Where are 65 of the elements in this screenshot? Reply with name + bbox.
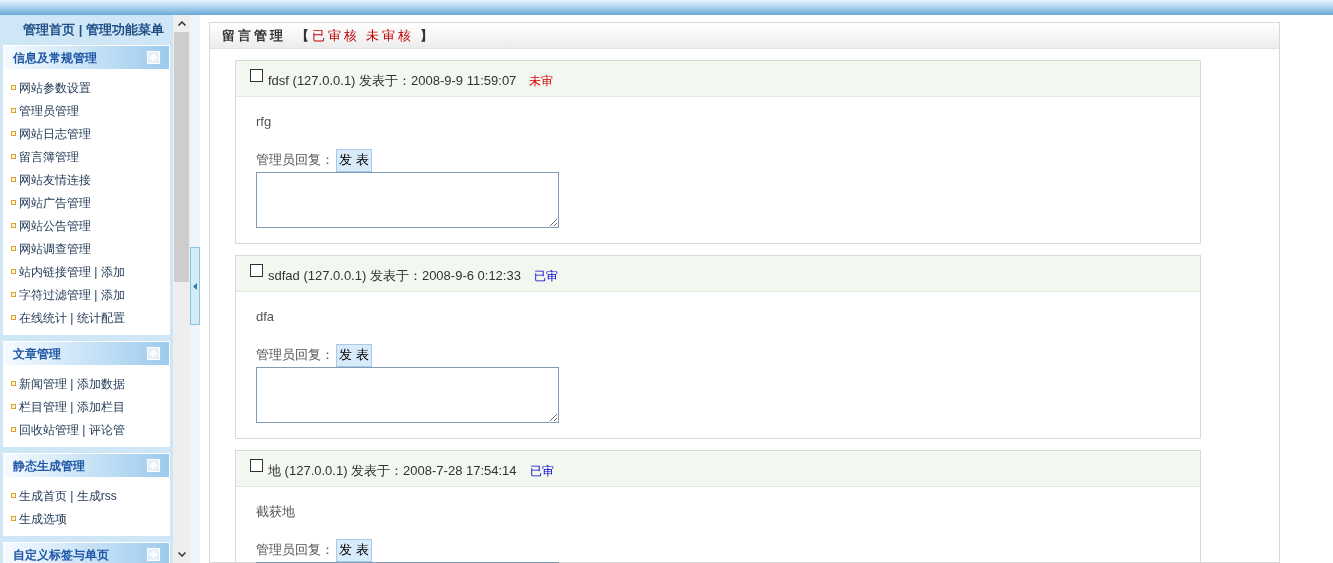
menu-link[interactable]: 网站友情连接 bbox=[19, 170, 91, 189]
menu-link[interactable]: 网站日志管理 bbox=[19, 124, 91, 143]
scroll-thumb[interactable] bbox=[174, 32, 189, 282]
message-body: rfg bbox=[256, 113, 273, 131]
collapse-handle[interactable] bbox=[190, 247, 200, 325]
publish-button[interactable]: 发 表 bbox=[336, 343, 372, 367]
scrollbar[interactable] bbox=[173, 15, 190, 563]
status-link[interactable]: 已审 bbox=[529, 462, 554, 480]
status-link[interactable]: 已审 bbox=[533, 267, 558, 285]
menu-link[interactable]: 站内链接管理 | 添加 bbox=[19, 262, 125, 281]
bullet-icon bbox=[11, 404, 16, 409]
menu-link[interactable]: 管理员管理 bbox=[19, 101, 79, 120]
select-checkbox[interactable] bbox=[250, 459, 263, 472]
reply-input[interactable] bbox=[256, 172, 559, 228]
menu-link[interactable]: 在线统计 | 统计配置 bbox=[19, 308, 125, 327]
bullet-icon bbox=[11, 108, 16, 113]
bullet-icon bbox=[11, 269, 16, 274]
select-checkbox[interactable] bbox=[250, 69, 263, 82]
menu-link[interactable]: 网站参数设置 bbox=[19, 78, 91, 97]
bullet-icon bbox=[11, 493, 16, 498]
message-body: 截获地 bbox=[256, 503, 296, 521]
section-header[interactable]: 信息及常规管理 bbox=[3, 45, 170, 70]
select-checkbox[interactable] bbox=[250, 264, 263, 277]
reply-label: 管理员回复： bbox=[256, 541, 334, 560]
status-link[interactable]: 未审 bbox=[529, 72, 554, 90]
menu-link[interactable]: 回收站管理 | 评论管 bbox=[19, 420, 125, 439]
menu-link[interactable]: 网站公告管理 bbox=[19, 216, 91, 235]
bullet-icon bbox=[11, 315, 16, 320]
message-body: dfa bbox=[256, 308, 276, 326]
bullet-icon bbox=[11, 223, 16, 228]
filter-link[interactable]: 未审核 bbox=[366, 25, 414, 46]
publish-button[interactable]: 发 表 bbox=[336, 538, 372, 562]
reply-input[interactable] bbox=[256, 367, 559, 423]
bracket: 】 bbox=[420, 26, 436, 45]
bullet-icon bbox=[11, 381, 16, 386]
bullet-icon bbox=[11, 177, 16, 182]
top-links[interactable]: 管理首页 | 管理功能菜单 bbox=[23, 20, 164, 40]
bracket: 【 bbox=[296, 26, 312, 45]
reply-label: 管理员回复： bbox=[256, 346, 334, 365]
bullet-icon bbox=[11, 516, 16, 521]
menu-link[interactable]: 网站广告管理 bbox=[19, 193, 91, 212]
menu-link[interactable]: 字符过滤管理 | 添加 bbox=[19, 285, 125, 304]
bullet-icon bbox=[11, 427, 16, 432]
bullet-icon bbox=[11, 85, 16, 90]
menu-link[interactable]: 新闻管理 | 添加数据 bbox=[19, 374, 125, 393]
reply-label: 管理员回复： bbox=[256, 151, 334, 170]
section-header[interactable]: 文章管理 bbox=[3, 341, 170, 366]
bullet-icon bbox=[11, 154, 16, 159]
section-header[interactable]: 静态生成管理 bbox=[3, 453, 170, 478]
message-meta: sdfad (127.0.0.1) 发表于：2008-9-6 0:12:33 bbox=[268, 266, 521, 285]
bullet-icon bbox=[11, 200, 16, 205]
bullet-icon bbox=[11, 131, 16, 136]
menu-link[interactable]: 网站调查管理 bbox=[19, 239, 91, 258]
menu-link[interactable]: 生成选项 bbox=[19, 509, 67, 528]
message-meta: fdsf (127.0.0.1) 发表于：2008-9-9 11:59:07 bbox=[268, 71, 517, 90]
filter-link[interactable]: 已审核 bbox=[312, 25, 360, 46]
panel-title: 留言管理 bbox=[222, 26, 286, 45]
message-meta: 地 (127.0.0.1) 发表于：2008-7-28 17:54:14 bbox=[268, 461, 517, 480]
publish-button[interactable]: 发 表 bbox=[336, 148, 372, 172]
bullet-icon bbox=[11, 292, 16, 297]
menu-link[interactable]: 生成首页 | 生成rss bbox=[19, 486, 117, 505]
menu-link[interactable]: 栏目管理 | 添加栏目 bbox=[19, 397, 125, 416]
menu-link[interactable]: 留言簿管理 bbox=[19, 147, 79, 166]
section-header[interactable]: 自定义标签与单页 bbox=[3, 542, 170, 563]
bullet-icon bbox=[11, 246, 16, 251]
